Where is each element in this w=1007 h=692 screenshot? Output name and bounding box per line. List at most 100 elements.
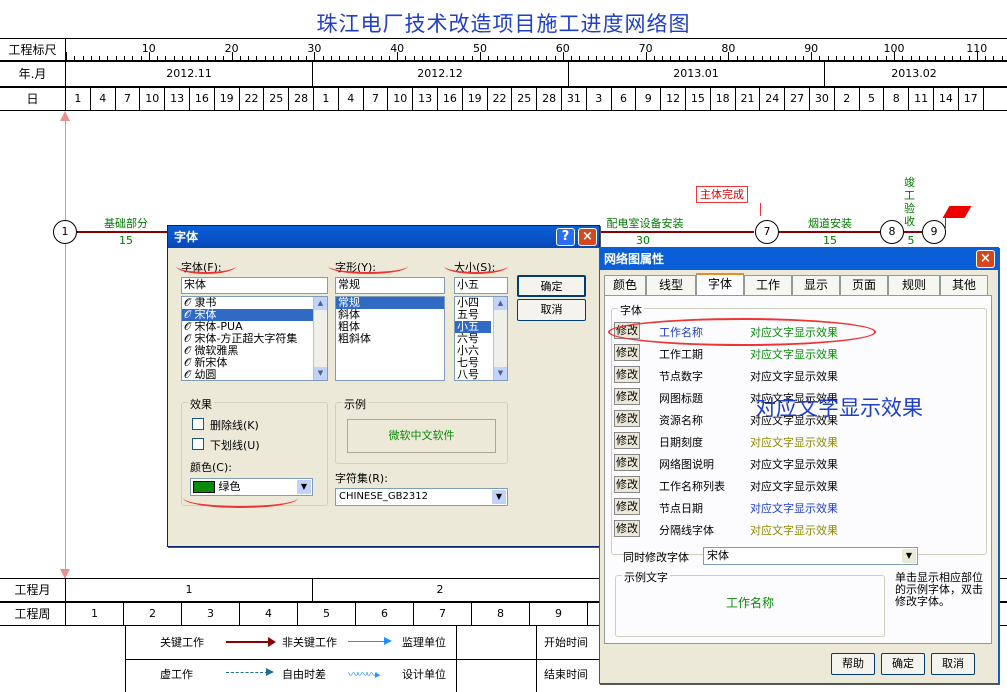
network-node[interactable]: 1 xyxy=(53,220,77,244)
sample-group: 示例 微软中文软件 xyxy=(335,396,508,464)
font-list-item[interactable]: 𝒪 宋体-方正超大字符集 xyxy=(182,333,327,345)
underline-checkbox[interactable] xyxy=(192,438,204,450)
font-item-name: 日期刻度 xyxy=(659,436,703,449)
task-name[interactable]: 烟道安装 xyxy=(808,215,852,231)
font-cancel-button[interactable]: 取消 xyxy=(517,299,586,321)
same-change-select[interactable]: 宋体 ▼ xyxy=(703,547,918,565)
props-dialog-titlebar[interactable]: 网络图属性 × xyxy=(600,248,998,270)
size-list-scrollbar[interactable]: ▲ ▼ xyxy=(493,297,507,380)
font-item-name: 节点数字 xyxy=(659,370,703,383)
font-list-item[interactable]: 𝒪 新宋体 xyxy=(182,357,327,369)
scale-tick xyxy=(587,56,589,60)
props-dialog-title: 网络图属性 xyxy=(604,252,665,266)
page-title: 珠江电厂技术改造项目施工进度网络图 xyxy=(316,12,691,36)
day-cell: 19 xyxy=(215,88,240,111)
milestone-label[interactable]: 主体完成 xyxy=(696,186,748,203)
style-list-item-selected[interactable]: 常规 xyxy=(336,297,444,309)
modify-button[interactable]: 修改 xyxy=(614,344,640,361)
modify-button[interactable]: 修改 xyxy=(614,498,640,515)
scale-tick xyxy=(836,56,838,60)
day-row-label: 日 xyxy=(0,88,66,110)
font-item-effect[interactable]: 对应文字显示效果 xyxy=(750,500,838,516)
font-style-list[interactable]: 常规 斜体 粗体 粗斜体 xyxy=(335,296,445,381)
font-item-effect[interactable]: 对应文字显示效果 xyxy=(750,478,838,494)
font-item-effect[interactable]: 对应文字显示效果 xyxy=(750,434,838,450)
modify-button[interactable]: 修改 xyxy=(614,476,640,493)
props-help-button[interactable]: 帮助 xyxy=(831,653,875,675)
modify-button[interactable]: 修改 xyxy=(614,410,640,427)
sample-text-preview[interactable]: 工作名称 xyxy=(616,594,884,611)
close-icon[interactable]: × xyxy=(976,250,995,268)
task-name[interactable]: 配电室设备安装 xyxy=(607,215,684,231)
font-style-input[interactable]: 常规 xyxy=(335,277,445,294)
up-arrow-icon xyxy=(60,111,70,121)
font-dialog-titlebar[interactable]: 字体 ? × xyxy=(168,226,599,248)
chevron-down-icon[interactable]: ▼ xyxy=(902,549,916,563)
scale-tick xyxy=(935,56,937,60)
font-size-input[interactable]: 小五 xyxy=(454,277,508,294)
tab-other[interactable]: 其他 xyxy=(940,275,988,295)
font-item-effect[interactable]: 对应文字显示效果 xyxy=(750,368,838,384)
size-list-item-selected[interactable]: 小五 xyxy=(455,321,491,333)
style-list-item[interactable]: 粗体 xyxy=(336,321,444,333)
charset-select[interactable]: CHINESE_GB2312 ▼ xyxy=(335,488,508,506)
font-name-list[interactable]: 𝒪 隶书 𝒪 宋体 𝒪 宋体-PUA 𝒪 宋体-方正超大字符集 𝒪 微软雅黑 𝒪… xyxy=(181,296,328,381)
milestone-pointer xyxy=(760,203,761,216)
props-ok-button[interactable]: 确定 xyxy=(881,653,925,675)
font-item-effect[interactable]: 对应文字显示效果 xyxy=(750,456,838,472)
scale-tick xyxy=(554,56,556,60)
day-cell: 30 xyxy=(810,88,835,111)
task-duration: 15 xyxy=(823,234,837,247)
legend-start-time-label: 开始时间 xyxy=(544,636,588,649)
network-node[interactable]: 9 xyxy=(922,220,946,244)
day-cell: 15 xyxy=(686,88,711,111)
tab-linetype[interactable]: 线型 xyxy=(646,275,696,295)
font-item-effect[interactable]: 对应文字显示效果 xyxy=(750,522,838,538)
props-cancel-button[interactable]: 取消 xyxy=(931,653,975,675)
chevron-down-icon[interactable]: ▼ xyxy=(492,490,506,504)
font-list-scrollbar[interactable]: ▲ ▼ xyxy=(313,297,327,380)
strikeout-checkbox[interactable] xyxy=(192,418,204,430)
modify-button[interactable]: 修改 xyxy=(614,520,640,537)
font-item-name: 网图标题 xyxy=(659,392,703,405)
tab-page[interactable]: 页面 xyxy=(840,275,888,295)
network-node[interactable]: 7 xyxy=(755,220,779,244)
font-list-item-selected[interactable]: 𝒪 宋体 xyxy=(182,309,327,321)
close-icon[interactable]: × xyxy=(578,228,597,246)
font-list-item[interactable]: 𝒪 隶书 xyxy=(182,297,327,309)
network-node[interactable]: 8 xyxy=(880,220,904,244)
font-size-list[interactable]: 小四 五号 小五 六号 小六 七号 八号 ▲ ▼ xyxy=(454,296,508,381)
modify-button[interactable]: 修改 xyxy=(614,454,640,471)
font-item-effect[interactable]: 对应文字显示效果 xyxy=(750,346,838,362)
style-list-item[interactable]: 斜体 xyxy=(336,309,444,321)
week-cell: 6 xyxy=(356,603,414,626)
scale-tick xyxy=(612,56,614,60)
modify-button[interactable]: 修改 xyxy=(614,366,640,383)
style-list-item[interactable]: 粗斜体 xyxy=(336,333,444,345)
tab-work[interactable]: 工作 xyxy=(744,275,792,295)
help-icon[interactable]: ? xyxy=(556,228,575,246)
chevron-down-icon[interactable]: ▼ xyxy=(297,480,311,494)
scale-tick-label: 50 xyxy=(473,42,487,55)
tab-rules[interactable]: 规则 xyxy=(888,275,940,295)
font-list-item[interactable]: 𝒪 宋体-PUA xyxy=(182,321,327,333)
scale-tick-label: 60 xyxy=(555,42,570,55)
modify-button[interactable]: 修改 xyxy=(614,388,640,405)
tab-font[interactable]: 字体 xyxy=(696,273,744,295)
scale-tick xyxy=(653,56,655,60)
tab-color[interactable]: 颜色 xyxy=(604,275,646,295)
critical-path-line xyxy=(778,231,880,233)
font-name-input[interactable]: 宋体 xyxy=(181,277,328,294)
hint-text: 单击显示相应部位的示例字体，双击修改字体。 xyxy=(895,571,983,608)
modify-button[interactable]: 修改 xyxy=(614,432,640,449)
task-name-vertical[interactable]: 竣工验收 xyxy=(904,176,918,228)
task-name[interactable]: 基础部分 xyxy=(104,215,148,231)
font-list-item[interactable]: 𝒪 微软雅黑 xyxy=(182,345,327,357)
day-cell: 10 xyxy=(388,88,414,111)
tab-display[interactable]: 显示 xyxy=(792,275,840,295)
font-ok-button[interactable]: 确定 xyxy=(517,275,586,297)
scale-tick xyxy=(140,56,142,60)
scale-tick xyxy=(322,56,324,60)
scale-tick xyxy=(869,56,871,60)
font-list-item[interactable]: 𝒪 幼圆 xyxy=(182,369,327,381)
